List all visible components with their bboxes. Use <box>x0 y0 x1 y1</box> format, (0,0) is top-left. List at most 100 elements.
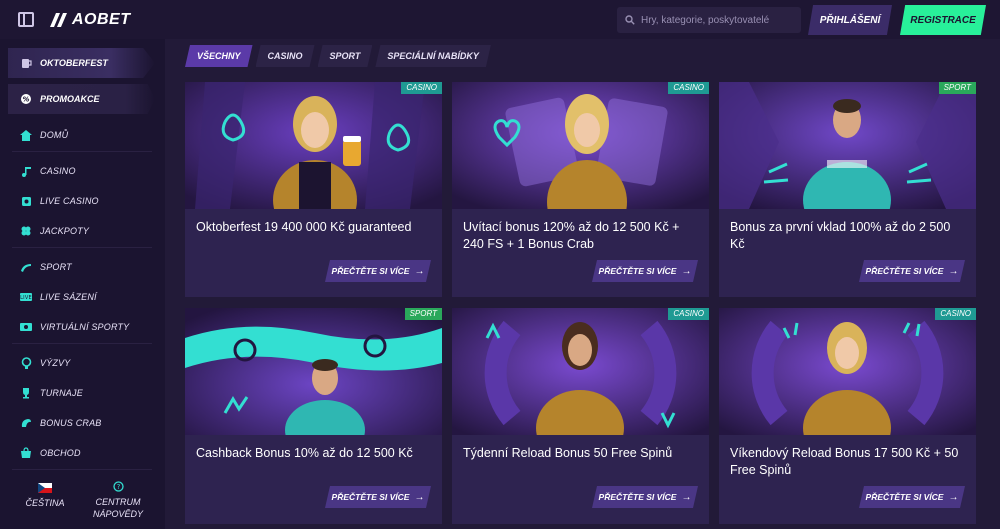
crab-icon <box>20 417 32 429</box>
promo-card[interactable]: CASINO Víkendový Reload Bonus 17 500 Kč … <box>719 308 976 524</box>
read-more-button[interactable]: PŘEČTĚTE SI VÍCE → <box>592 486 698 508</box>
tab-all[interactable]: VŠECHNY <box>185 45 253 67</box>
promotions-content: VŠECHNY CASINO SPORT SPECIÁLNÍ NABÍDKY C… <box>165 39 1000 529</box>
mug-icon <box>20 57 32 69</box>
arrow-right-icon: → <box>681 491 692 503</box>
sidebar-item-challenges[interactable]: VÝZVY <box>20 355 71 371</box>
sidebar-item-label: BONUS CRAB <box>40 418 102 428</box>
read-more-button[interactable]: PŘEČTĚTE SI VÍCE → <box>859 486 965 508</box>
promo-image-first-deposit: SPORT <box>719 82 976 209</box>
promo-card[interactable]: SPORT Bonus za první vklad 100% až do 2 … <box>719 82 976 297</box>
register-button[interactable]: REGISTRACE <box>900 5 986 35</box>
read-more-label: PŘEČTĚTE SI VÍCE <box>865 266 944 276</box>
read-more-button[interactable]: PŘEČTĚTE SI VÍCE → <box>859 260 965 282</box>
search-input[interactable] <box>641 14 801 26</box>
filter-tabs: VŠECHNY CASINO SPORT SPECIÁLNÍ NABÍDKY <box>185 45 494 67</box>
sidebar-item-label: SPORT <box>40 262 72 272</box>
search-icon <box>625 15 635 25</box>
sidebar-item-label: OKTOBERFEST <box>40 58 108 68</box>
tab-casino[interactable]: CASINO <box>256 45 315 67</box>
svg-text:?: ? <box>116 483 120 491</box>
promo-title: Víkendový Reload Bonus 17 500 Kč + 50 Fr… <box>730 446 959 477</box>
arrow-right-icon: → <box>948 491 959 503</box>
sidebar-divider <box>12 151 152 152</box>
sidebar-item-label: DOMŮ <box>40 130 69 140</box>
sidebar: OKTOBERFEST % PROMOAKCE DOMŮ CASINO LIVE… <box>0 39 165 529</box>
promo-card[interactable]: CASINO Uvítací bonus 120% až do 12 500 K… <box>452 82 709 297</box>
clover-icon <box>20 225 32 237</box>
sidebar-item-label: OBCHOD <box>40 448 81 458</box>
promo-title: Cashback Bonus 10% až do 12 500 Kč <box>196 446 413 460</box>
category-badge: SPORT <box>404 308 442 320</box>
help-icon: ? <box>88 481 148 495</box>
top-bar: AOBET PŘIHLÁŠENÍ REGISTRACE <box>0 0 1000 39</box>
promo-card[interactable]: CASINO Týdenní Reload Bonus 50 Free Spin… <box>452 308 709 524</box>
tab-special-offers[interactable]: SPECIÁLNÍ NABÍDKY <box>375 45 491 67</box>
trophy-icon <box>20 387 32 399</box>
sidebar-item-casino[interactable]: CASINO <box>20 163 76 179</box>
category-badge: CASINO <box>935 308 976 320</box>
virtual-sport-icon <box>20 321 32 333</box>
aobet-logo[interactable]: AOBET <box>50 11 131 29</box>
challenge-icon <box>20 357 32 369</box>
sidebar-item-sport[interactable]: SPORT <box>20 259 72 275</box>
login-button[interactable]: PŘIHLÁŠENÍ <box>808 5 892 35</box>
category-badge: CASINO <box>668 308 709 320</box>
sidebar-item-bonus-crab[interactable]: BONUS CRAB <box>20 415 102 431</box>
category-badge: CASINO <box>668 82 709 94</box>
arrow-right-icon: → <box>414 491 425 503</box>
sidebar-item-label: JACKPOTY <box>40 226 90 236</box>
read-more-button[interactable]: PŘEČTĚTE SI VÍCE → <box>325 486 431 508</box>
search-box[interactable] <box>617 7 801 33</box>
promo-title: Uvítací bonus 120% až do 12 500 Kč + 240… <box>463 220 680 251</box>
sidebar-item-shop[interactable]: OBCHOD <box>20 445 81 461</box>
read-more-button[interactable]: PŘEČTĚTE SI VÍCE → <box>325 260 431 282</box>
sidebar-item-home[interactable]: DOMŮ <box>20 127 68 143</box>
live-casino-icon <box>20 195 32 207</box>
sidebar-item-tournaments[interactable]: TURNAJE <box>20 385 83 401</box>
czech-flag-icon <box>38 483 52 493</box>
sidebar-item-label: VIRTUÁLNÍ SPORTY <box>40 322 130 332</box>
svg-text:%: % <box>22 96 29 104</box>
tab-sport[interactable]: SPORT <box>318 45 373 67</box>
promo-image-welcome-bonus: CASINO <box>452 82 709 209</box>
arrow-right-icon: → <box>948 265 959 277</box>
arrow-right-icon: → <box>414 265 425 277</box>
promo-icon: % <box>20 93 32 105</box>
sidebar-item-promoakce[interactable]: % PROMOAKCE <box>8 84 155 114</box>
arrow-right-icon: → <box>681 265 692 277</box>
sidebar-item-live-casino[interactable]: LIVE CASINO <box>20 193 99 209</box>
language-selector[interactable]: ČEŠTINA <box>20 483 70 508</box>
sport-icon <box>20 261 32 273</box>
help-center-link[interactable]: ? CENTRUM NÁPOVĚDY <box>88 481 148 520</box>
home-icon <box>20 129 32 141</box>
sidebar-item-jackpots[interactable]: JACKPOTY <box>20 223 89 239</box>
logo-text: AOBET <box>72 11 131 28</box>
help-label-line2: NÁPOVĚDY <box>92 509 143 519</box>
logo-mark-icon <box>50 13 67 27</box>
promo-image-oktoberfest: CASINO <box>185 82 442 209</box>
sidebar-divider <box>12 469 152 470</box>
sidebar-item-label: PROMOAKCE <box>40 94 100 104</box>
sidebar-footer: ČEŠTINA ? CENTRUM NÁPOVĚDY <box>0 471 165 529</box>
sidebar-item-oktoberfest[interactable]: OKTOBERFEST <box>8 48 155 78</box>
promo-title: Oktoberfest 19 400 000 Kč guaranteed <box>196 220 412 234</box>
sidebar-item-live-betting[interactable]: LIVE LIVE SÁZENÍ <box>20 289 97 305</box>
music-note-icon <box>20 165 32 177</box>
sidebar-divider <box>12 247 152 248</box>
read-more-label: PŘEČTĚTE SI VÍCE <box>331 492 410 502</box>
promo-image-weekend-reload: CASINO <box>719 308 976 435</box>
promo-card[interactable]: CASINO Oktoberfest 19 400 000 Kč guarant… <box>185 82 442 297</box>
read-more-label: PŘEČTĚTE SI VÍCE <box>598 266 677 276</box>
sidebar-item-label: TURNAJE <box>40 388 83 398</box>
read-more-button[interactable]: PŘEČTĚTE SI VÍCE → <box>592 260 698 282</box>
language-label: ČEŠTINA <box>25 498 65 508</box>
sidebar-item-virtual-sports[interactable]: VIRTUÁLNÍ SPORTY <box>20 319 129 335</box>
svg-text:LIVE: LIVE <box>20 295 32 301</box>
category-badge: CASINO <box>401 82 442 94</box>
read-more-label: PŘEČTĚTE SI VÍCE <box>865 492 944 502</box>
promo-title: Bonus za první vklad 100% až do 2 500 Kč <box>730 220 951 251</box>
help-label-line1: CENTRUM <box>95 497 141 507</box>
sidebar-toggle-icon[interactable] <box>18 12 34 27</box>
promo-card[interactable]: SPORT Cashback Bonus 10% až do 12 500 Kč… <box>185 308 442 524</box>
